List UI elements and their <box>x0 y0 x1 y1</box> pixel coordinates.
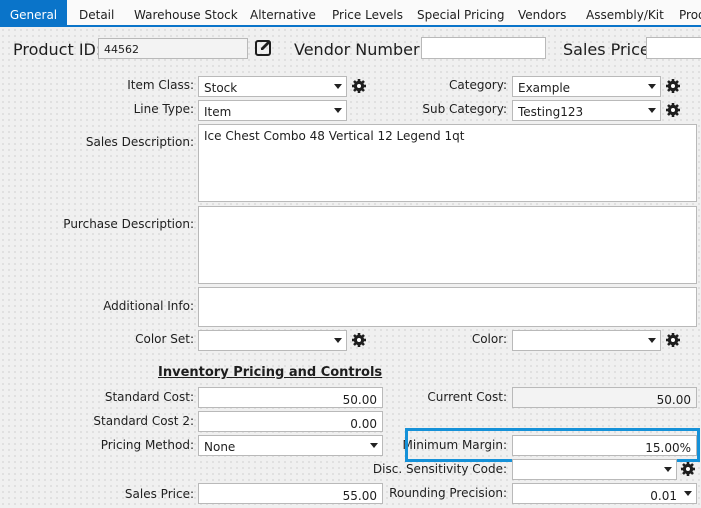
gear-icon[interactable] <box>351 332 367 348</box>
chevron-down-icon <box>370 443 378 448</box>
chevron-down-icon <box>334 338 342 343</box>
tab-special-pricing[interactable]: Special Pricing <box>417 0 505 25</box>
chevron-down-icon <box>684 491 692 496</box>
minimum-margin-highlight <box>405 428 700 462</box>
tab-detail[interactable]: Detail <box>79 0 114 25</box>
item-class-value: Stock <box>204 81 238 95</box>
tab-warehouse-stock[interactable]: Warehouse Stock <box>134 0 238 25</box>
sales-description-label: Sales Description: <box>85 135 194 149</box>
standard-cost-2-label: Standard Cost 2: <box>93 414 194 428</box>
header-sales-price-label: Sales Price: <box>563 40 656 59</box>
color-set-label: Color Set: <box>135 332 194 346</box>
pricing-method-label: Pricing Method: <box>100 438 194 452</box>
additional-info-textarea[interactable] <box>198 287 697 327</box>
line-type-select[interactable]: Item <box>198 100 347 121</box>
chevron-down-icon <box>334 108 342 113</box>
product-id-label: Product ID: <box>13 40 102 59</box>
sub-category-select[interactable]: Testing123 <box>512 100 661 121</box>
sales-price-value: 55.00 <box>342 489 377 503</box>
standard-cost-2-field[interactable]: 0.00 <box>198 411 383 432</box>
tab-alternative[interactable]: Alternative <box>250 0 316 25</box>
color-select[interactable] <box>512 330 661 351</box>
sales-price-field[interactable]: 55.00 <box>198 483 383 504</box>
sales-description-textarea[interactable]: Ice Chest Combo 48 Vertical 12 Legend 1q… <box>198 124 697 202</box>
current-cost-value: 50.00 <box>656 393 691 407</box>
sub-category-value: Testing123 <box>518 105 584 119</box>
inventory-pricing-heading: Inventory Pricing and Controls <box>158 365 383 380</box>
sales-price-label: Sales Price: <box>124 487 194 501</box>
product-id-value: 44562 <box>104 43 139 56</box>
gear-icon[interactable] <box>665 78 681 94</box>
additional-info-label: Additional Info: <box>103 299 194 313</box>
tab-general[interactable]: General <box>0 0 67 25</box>
current-cost-field: 50.00 <box>512 387 697 408</box>
current-cost-label: Current Cost: <box>427 390 507 404</box>
tab-bar: General Detail Warehouse Stock Alternati… <box>0 0 701 27</box>
vendor-number-field[interactable] <box>421 37 546 59</box>
tab-vendors[interactable]: Vendors <box>518 0 566 25</box>
category-label: Category: <box>449 78 507 92</box>
chevron-down-icon <box>648 338 656 343</box>
tab-prod[interactable]: Prod <box>679 0 701 25</box>
product-id-field[interactable]: 44562 <box>98 38 248 59</box>
standard-cost-label: Standard Cost: <box>104 390 194 404</box>
disc-sensitivity-label: Disc. Sensitivity Code: <box>372 462 507 476</box>
chevron-down-icon <box>664 467 672 472</box>
gear-icon[interactable] <box>680 461 696 477</box>
edit-icon[interactable] <box>253 37 275 59</box>
gear-icon[interactable] <box>665 332 681 348</box>
tab-price-levels[interactable]: Price Levels <box>332 0 403 25</box>
line-type-label: Line Type: <box>133 102 194 116</box>
color-label: Color: <box>471 332 507 346</box>
standard-cost-2-value: 0.00 <box>350 417 377 431</box>
category-value: Example <box>518 81 571 95</box>
item-class-select[interactable]: Stock <box>198 76 347 97</box>
pricing-method-value: None <box>204 440 236 454</box>
chevron-down-icon <box>648 108 656 113</box>
standard-cost-value: 50.00 <box>342 393 377 407</box>
sales-description-value: Ice Chest Combo 48 Vertical 12 Legend 1q… <box>204 129 465 143</box>
gear-icon[interactable] <box>665 102 681 118</box>
color-set-select[interactable] <box>198 330 347 351</box>
standard-cost-field[interactable]: 50.00 <box>198 387 383 408</box>
line-type-value: Item <box>204 105 232 119</box>
chevron-down-icon <box>334 84 342 89</box>
rounding-precision-select[interactable]: 0.01 <box>512 483 697 504</box>
disc-sensitivity-select[interactable] <box>512 459 677 480</box>
vendor-number-label: Vendor Number: <box>294 40 425 59</box>
purchase-description-label: Purchase Description: <box>63 217 194 231</box>
chevron-down-icon <box>648 84 656 89</box>
gear-icon[interactable] <box>351 78 367 94</box>
rounding-precision-value: 0.01 <box>650 489 677 503</box>
rounding-precision-label: Rounding Precision: <box>389 486 507 500</box>
purchase-description-textarea[interactable] <box>198 206 697 284</box>
sub-category-label: Sub Category: <box>422 102 507 116</box>
category-select[interactable]: Example <box>512 76 661 97</box>
item-class-label: Item Class: <box>127 78 194 92</box>
pricing-method-select[interactable]: None <box>198 435 383 456</box>
tab-assembly-kit[interactable]: Assembly/Kit <box>586 0 664 25</box>
header-sales-price-field[interactable] <box>646 37 701 59</box>
